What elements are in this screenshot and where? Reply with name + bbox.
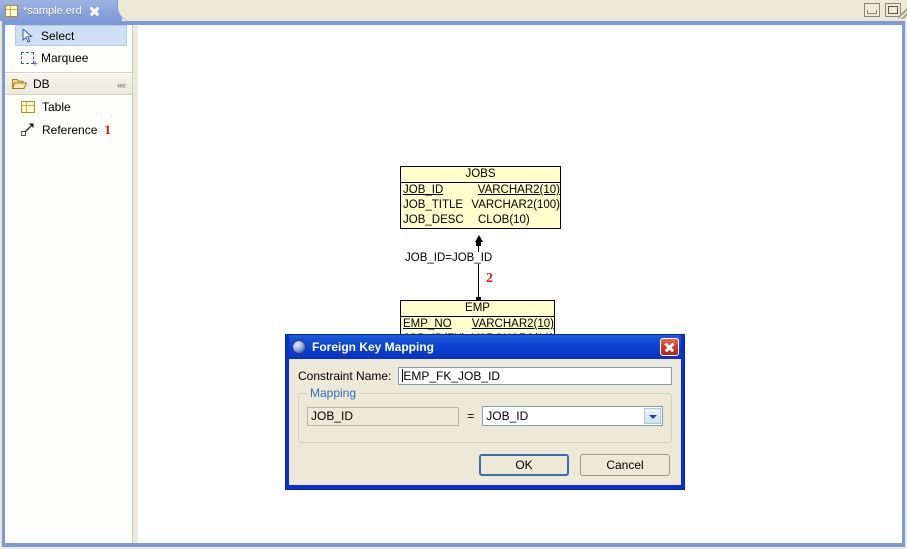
attribute-type: VARCHAR2(10) [477,184,560,196]
globe-icon [292,340,306,354]
editor-border-bottom [2,543,905,547]
foreign-key-mapping-dialog: Foreign Key Mapping Constraint Name: EMP… [285,334,685,490]
palette-item-reference-label: Reference [42,122,98,137]
attribute-name: JOB_DESC [403,214,464,226]
mapping-group-legend: Mapping [307,386,360,400]
attribute-type: CLOB(10) [478,214,530,226]
attribute-name: JOB_ID [403,184,444,196]
ok-button[interactable]: OK [479,454,569,476]
constraint-name-label: Constraint Name: [298,369,392,383]
palette: Select Marquee DB «« [5,25,133,543]
entity-emp-attribute-row: EMP_NO VARCHAR2(10) [401,317,554,332]
palette-tool-marquee-label: Marquee [41,50,89,65]
palette-tool-select-label: Select [41,28,75,43]
minimize-button[interactable] [864,3,880,17]
open-folder-icon [11,78,28,90]
mapping-target-value: JOB_ID [486,409,529,423]
dialog-title-label: Foreign Key Mapping [312,340,435,354]
constraint-name-value: EMP_FK_JOB_ID [403,369,501,383]
entity-jobs-title: JOBS [401,167,560,183]
window-controls [864,3,901,17]
entity-jobs-attribute-row: JOB_ID VARCHAR2(10) [401,183,560,198]
dialog-titlebar[interactable]: Foreign Key Mapping [289,335,681,359]
cursor-arrow-icon [22,27,34,43]
connection-label: JOB_ID=JOB_ID [404,252,494,264]
mapping-equals-label: = [467,409,475,423]
chevron-down-icon[interactable] [644,408,661,424]
reference-arrow-icon [21,123,35,136]
palette-tool-select[interactable]: Select [15,25,127,46]
entity-jobs[interactable]: JOBS JOB_ID VARCHAR2(10) JOB_TITLE VARCH… [400,166,561,229]
palette-item-table[interactable]: Table [5,95,132,118]
application-window: *sample.erd Select + Marquee DB «« Table… [0,0,907,549]
dialog-body: Constraint Name: EMP_FK_JOB_ID Mapping J… [289,359,681,485]
editor-tab-sample-erd[interactable]: *sample.erd [0,0,122,21]
mapping-source-field: JOB_ID [307,406,460,426]
table-grid-icon [5,4,18,17]
marquee-select-icon [21,51,38,70]
palette-drawer-db-label: DB [33,77,50,91]
entity-jobs-attribute-row: JOB_DESC CLOB(10) [401,213,560,228]
attribute-name: EMP_NO [403,318,452,330]
attribute-type: VARCHAR2(100) [471,199,560,211]
editor-border-right [902,21,905,547]
annotation-marker-2: 2 [486,271,493,286]
editor-tab-label: *sample.erd [23,4,82,17]
palette-tool-marquee[interactable]: Marquee [5,46,132,70]
resize-grip-icon [898,8,907,19]
close-icon[interactable] [660,338,679,356]
palette-item-table-label: Table [42,99,71,114]
mapping-group: Mapping JOB_ID = JOB_ID [298,386,672,443]
mapping-target-dropdown[interactable]: JOB_ID [482,406,663,426]
cancel-button[interactable]: Cancel [580,454,670,476]
collapse-chevrons-icon[interactable]: «« [117,80,126,90]
close-icon[interactable] [88,5,100,17]
attribute-name: JOB_TITLE [403,199,464,211]
dialog-button-row: OK Cancel [479,454,670,476]
entity-emp-title: EMP [401,301,554,317]
annotation-marker-1: 1 [104,121,111,137]
attribute-type: VARCHAR2(10) [471,318,554,330]
palette-drawer-db[interactable]: DB «« [5,73,132,95]
palette-item-reference[interactable]: Reference 1 [5,118,132,141]
constraint-name-input[interactable]: EMP_FK_JOB_ID [398,367,672,385]
mapping-row: JOB_ID = JOB_ID [307,406,663,426]
constraint-name-row: Constraint Name: EMP_FK_JOB_ID [298,367,672,385]
table-grid-icon [21,100,35,113]
entity-jobs-attribute-row: JOB_TITLE VARCHAR2(100) [401,198,560,213]
